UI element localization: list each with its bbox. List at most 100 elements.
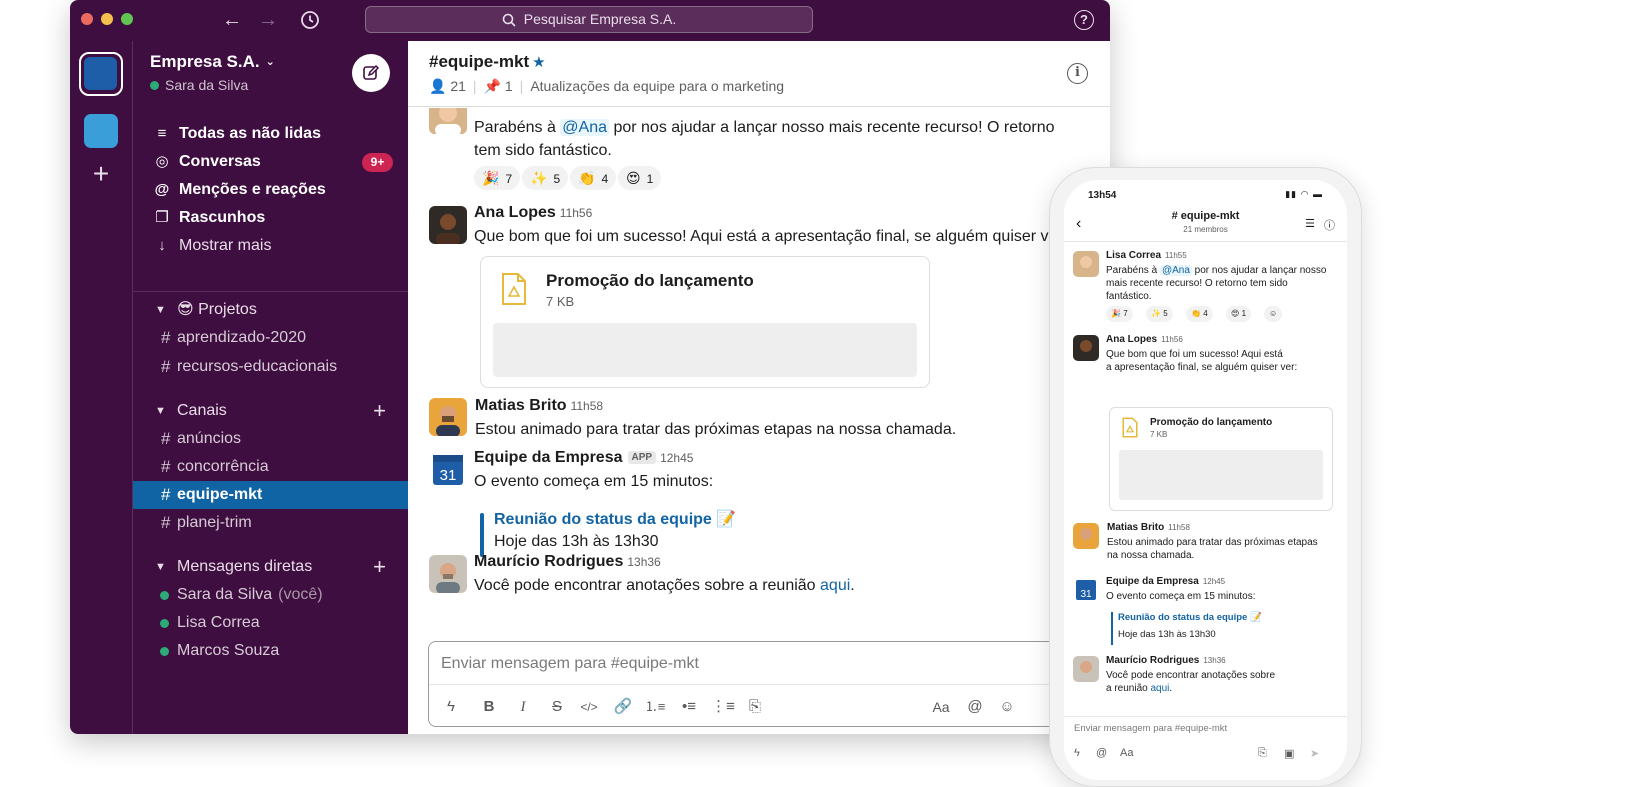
reaction-chip[interactable]: 😍 1 [618,166,662,190]
help-icon[interactable]: ? [1074,10,1094,30]
bold-icon[interactable]: B [477,696,501,718]
sidebar-item-unreads[interactable]: ≡ Todas as não lidas [133,120,408,148]
avatar[interactable] [429,398,467,436]
dm-sara-da-silva[interactable]: Sara da Silva (você) [133,581,408,609]
section-direct-messages[interactable]: ▼ Mensagens diretas + [133,553,408,581]
send-icon[interactable]: ➤ [1310,747,1319,760]
avatar[interactable] [1073,335,1099,361]
search-channel-icon[interactable]: ☰ [1305,217,1315,230]
message-timestamp[interactable]: 11h56 [560,206,592,220]
message-author[interactable]: Maurício Rodrigues 13h36 [1106,655,1226,666]
dm-marcos-souza[interactable]: Marcos Souza [133,637,408,665]
message-input[interactable] [441,652,1001,676]
formatting-icon[interactable]: Aa [1120,747,1133,759]
member-count[interactable]: 21 [450,78,466,94]
forward-arrow-icon[interactable]: → [256,8,280,32]
code-block-icon[interactable]: ⎘ [743,696,767,718]
formatting-icon[interactable]: Aa [929,696,953,718]
sidebar-item-mentions[interactable]: @ Menções e reações [133,176,408,204]
message-author[interactable]: Lisa Correa 11h55 [1106,250,1187,261]
channel-concorrencia[interactable]: # concorrência [133,453,408,481]
event-link[interactable]: Reunião do status da equipe 📝 [494,509,736,529]
workspace-switcher-active[interactable] [79,52,123,96]
search-bar[interactable]: Pesquisar Empresa S.A. [365,6,813,33]
channel-title[interactable]: #equipe-mkt ★ [429,52,546,72]
workspace-switcher-secondary[interactable] [84,114,118,148]
compose-button[interactable] [352,54,390,92]
sidebar-item-show-more[interactable]: ↓ Mostrar mais [133,232,408,260]
section-projects[interactable]: ▼ 😎 Projetos [133,296,408,324]
mention-icon[interactable]: @ [963,696,987,718]
message-author[interactable]: Matias Brito 11h58 [475,397,603,415]
user-mention[interactable]: @Ana [560,119,609,136]
avatar[interactable] [429,206,467,244]
file-preview[interactable] [1119,450,1323,500]
zoom-window-button[interactable] [121,13,133,25]
reaction-chip[interactable]: 🎉 7 [1106,306,1133,322]
avatar[interactable] [1073,251,1099,277]
add-workspace-icon[interactable]: + [87,160,115,188]
message-author[interactable]: Equipe da Empresa APP 12h45 [474,449,693,467]
bulleted-list-icon[interactable]: •≡ [677,696,701,718]
message-author[interactable]: Matias Brito 11h58 [1107,522,1190,533]
file-attachment[interactable]: Promoção do lançamento 7 KB [1109,407,1333,511]
reaction-chip[interactable]: ✨ 5 [1146,306,1173,322]
history-icon[interactable] [298,8,322,32]
minimize-window-button[interactable] [101,13,113,25]
reaction-chip[interactable]: ✨ 5 [522,166,569,190]
shortcuts-icon[interactable]: ϟ [439,696,463,718]
strikethrough-icon[interactable]: S [545,696,569,718]
emoji-icon[interactable]: ☺ [995,696,1019,718]
file-attachment[interactable]: Promoção do lançamento 7 KB [480,256,930,388]
ordered-list-icon[interactable]: ⒈≡ [643,696,667,718]
message-timestamp[interactable]: 12h45 [660,451,693,465]
members-icon[interactable]: 👤 [429,78,446,94]
shortcuts-icon[interactable]: ϟ [1074,747,1080,759]
add-dm-icon[interactable]: + [373,553,386,581]
avatar[interactable] [429,108,467,134]
add-channel-icon[interactable]: + [373,397,386,425]
message-timestamp[interactable]: 11h58 [571,399,603,413]
notes-link[interactable]: aqui [820,577,850,594]
avatar[interactable] [429,555,467,593]
close-window-button[interactable] [81,13,93,25]
link-icon[interactable]: 🔗 [611,696,635,718]
phone-message-input[interactable] [1074,723,1314,734]
italic-icon[interactable]: I [511,696,535,718]
channel-aprendizado-2020[interactable]: # aprendizado-2020 [133,324,408,352]
attach-file-icon[interactable]: ⎘ [1258,747,1267,760]
add-reaction-icon[interactable]: ☺ [1264,306,1283,322]
mention-icon[interactable]: @ [1096,747,1107,759]
channel-equipe-mkt[interactable]: # equipe-mkt [133,481,408,509]
event-link[interactable]: Reunião do status da equipe 📝 [1118,612,1262,623]
reaction-chip[interactable]: 😍 1 [1226,306,1252,322]
pin-count[interactable]: 1 [505,78,513,94]
sidebar-item-threads[interactable]: ◎ Conversas 9+ [133,148,408,176]
file-preview[interactable] [493,323,917,377]
pin-icon[interactable]: 📌 [484,78,501,94]
reaction-chip[interactable]: 👏 4 [570,166,617,190]
info-icon[interactable]: i [1067,63,1088,84]
message-author[interactable]: Equipe da Empresa 12h45 [1106,576,1225,587]
avatar[interactable] [1073,656,1099,682]
media-icon[interactable]: ▣ [1284,747,1294,760]
code-icon[interactable]: </> [577,696,601,718]
star-icon[interactable]: ★ [532,54,545,71]
sidebar-item-drafts[interactable]: ❐ Rascunhos [133,204,408,232]
channel-anuncios[interactable]: # anúncios [133,425,408,453]
message-author[interactable]: Maurício Rodrigues 13h36 [474,553,661,571]
message-timestamp[interactable]: 13h36 [627,555,660,569]
info-icon[interactable]: ⓘ [1324,217,1335,233]
channel-recursos-educacionais[interactable]: # recursos-educacionais [133,353,408,381]
back-arrow-icon[interactable]: ← [220,8,244,32]
reaction-chip[interactable]: 👏 4 [1186,306,1213,322]
message-author[interactable]: Ana Lopes 11h56 [474,204,592,222]
dm-lisa-correa[interactable]: Lisa Correa [133,609,408,637]
calendar-app-avatar[interactable]: 31 [429,451,467,489]
reaction-chip[interactable]: 🎉 7 [474,166,521,190]
avatar[interactable] [1073,523,1099,549]
blockquote-icon[interactable]: ⋮≡ [711,696,735,718]
calendar-app-avatar[interactable]: 31 [1073,577,1099,603]
message-author[interactable]: Ana Lopes 11h56 [1106,334,1183,345]
channel-planej-trim[interactable]: # planej-trim [133,509,408,537]
